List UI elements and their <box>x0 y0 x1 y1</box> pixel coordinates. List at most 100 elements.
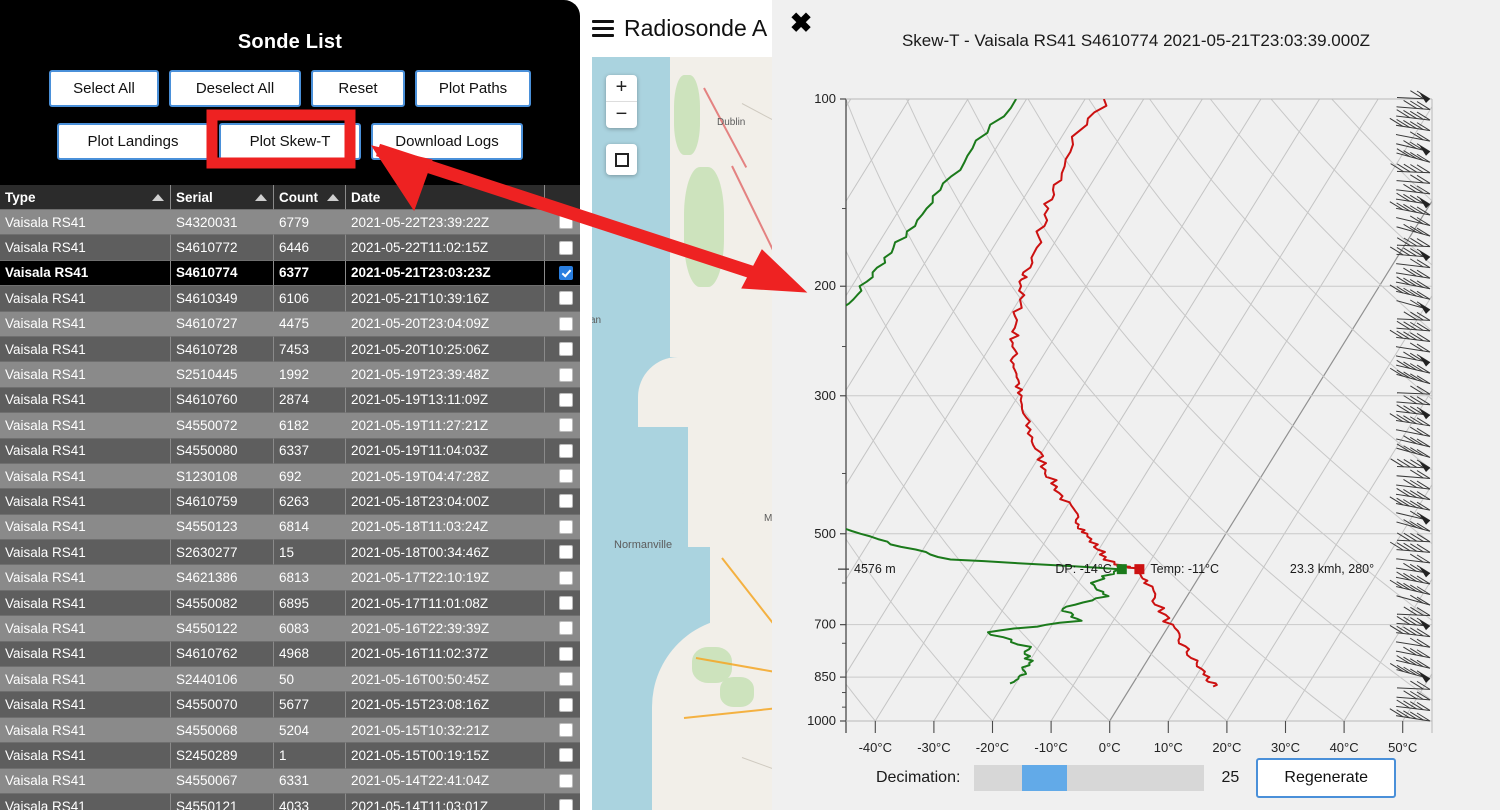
column-header-count[interactable]: Count <box>274 185 346 210</box>
sort-asc-icon[interactable] <box>152 194 164 201</box>
cell-select[interactable] <box>545 235 580 260</box>
cell-select[interactable] <box>545 210 580 235</box>
table-row[interactable]: Vaisala RS41S455012140332021-05-14T11:03… <box>0 794 580 810</box>
hamburger-icon[interactable] <box>592 20 614 37</box>
row-checkbox[interactable] <box>559 444 573 458</box>
map-zoom-control[interactable]: + − <box>606 75 637 128</box>
skewt-chart[interactable]: 1002003005007008501000-40°C-30°C-20°C-10… <box>772 66 1500 756</box>
table-row[interactable]: Vaisala RS41S461076028742021-05-19T13:11… <box>0 388 580 413</box>
row-checkbox[interactable] <box>559 545 573 559</box>
row-checkbox[interactable] <box>559 698 573 712</box>
row-checkbox[interactable] <box>559 266 573 280</box>
cell-select[interactable] <box>545 769 580 794</box>
table-row[interactable]: Vaisala RS41S455006852042021-05-15T10:32… <box>0 718 580 743</box>
table-row[interactable]: Vaisala RS41S461076249682021-05-16T11:02… <box>0 642 580 667</box>
map-canvas[interactable]: Dublin Normanville Myp an + − <box>592 57 780 810</box>
cell-select[interactable] <box>545 591 580 616</box>
row-checkbox[interactable] <box>559 621 573 635</box>
row-checkbox[interactable] <box>559 215 573 229</box>
sort-asc-icon[interactable] <box>327 194 339 201</box>
table-row[interactable]: Vaisala RS41S455006763312021-05-14T22:41… <box>0 769 580 794</box>
regenerate-button[interactable]: Regenerate <box>1256 758 1396 798</box>
row-checkbox[interactable] <box>559 571 573 585</box>
row-checkbox[interactable] <box>559 799 573 810</box>
sort-asc-icon[interactable] <box>255 194 267 201</box>
cell-serial: S1230108 <box>171 464 274 489</box>
row-checkbox[interactable] <box>559 520 573 534</box>
table-row[interactable]: Vaisala RS41S461034961062021-05-21T10:39… <box>0 286 580 311</box>
decimation-slider-thumb[interactable] <box>1022 765 1067 791</box>
cell-select[interactable] <box>545 388 580 413</box>
cell-select[interactable] <box>545 565 580 590</box>
cell-select[interactable] <box>545 362 580 387</box>
table-row[interactable]: Vaisala RS41S2630277152021-05-18T00:34:4… <box>0 540 580 565</box>
cell-select[interactable] <box>545 439 580 464</box>
table-row[interactable]: Vaisala RS41S455012260832021-05-16T22:39… <box>0 616 580 641</box>
cell-select[interactable] <box>545 794 580 810</box>
table-row[interactable]: Vaisala RS41S245028912021-05-15T00:19:15… <box>0 743 580 768</box>
cell-select[interactable] <box>545 464 580 489</box>
cell-select[interactable] <box>545 692 580 717</box>
row-checkbox[interactable] <box>559 774 573 788</box>
plot-paths-button[interactable]: Plot Paths <box>415 70 531 107</box>
table-row[interactable]: Vaisala RS41S455007056772021-05-15T23:08… <box>0 692 580 717</box>
column-header-type[interactable]: Type <box>0 185 171 210</box>
plot-landings-button[interactable]: Plot Landings <box>57 123 209 160</box>
row-checkbox[interactable] <box>559 418 573 432</box>
cell-select[interactable] <box>545 667 580 692</box>
row-checkbox[interactable] <box>559 596 573 610</box>
row-checkbox[interactable] <box>559 748 573 762</box>
deselect-all-button[interactable]: Deselect All <box>169 70 301 107</box>
select-all-button[interactable]: Select All <box>49 70 159 107</box>
cell-select[interactable] <box>545 286 580 311</box>
table-row[interactable]: Vaisala RS41S12301086922021-05-19T04:47:… <box>0 464 580 489</box>
reset-button[interactable]: Reset <box>311 70 405 107</box>
row-checkbox[interactable] <box>559 723 573 737</box>
table-row[interactable]: Vaisala RS41S461077264462021-05-22T11:02… <box>0 235 580 260</box>
plot-skewt-button[interactable]: Plot Skew-T <box>219 123 361 160</box>
cell-select[interactable] <box>545 718 580 743</box>
table-row[interactable]: Vaisala RS41S461072874532021-05-20T10:25… <box>0 337 580 362</box>
cell-select[interactable] <box>545 337 580 362</box>
cell-select[interactable] <box>545 743 580 768</box>
sort-asc-icon[interactable] <box>526 194 538 201</box>
column-header-date[interactable]: Date <box>346 185 545 210</box>
row-checkbox[interactable] <box>559 342 573 356</box>
row-checkbox[interactable] <box>559 494 573 508</box>
row-checkbox[interactable] <box>559 317 573 331</box>
table-row[interactable]: Vaisala RS41S2440106502021-05-16T00:50:4… <box>0 667 580 692</box>
cell-select[interactable] <box>545 515 580 540</box>
zoom-in-button[interactable]: + <box>606 75 637 102</box>
row-checkbox[interactable] <box>559 647 573 661</box>
cell-select[interactable] <box>545 489 580 514</box>
table-row[interactable]: Vaisala RS41S461075962632021-05-18T23:04… <box>0 489 580 514</box>
column-header-serial[interactable]: Serial <box>171 185 274 210</box>
row-checkbox[interactable] <box>559 241 573 255</box>
zoom-out-button[interactable]: − <box>606 102 637 128</box>
table-row[interactable]: Vaisala RS41S251044519922021-05-19T23:39… <box>0 362 580 387</box>
table-row[interactable]: Vaisala RS41S432003167792021-05-22T23:39… <box>0 210 580 235</box>
cell-select[interactable] <box>545 616 580 641</box>
row-checkbox[interactable] <box>559 469 573 483</box>
row-checkbox[interactable] <box>559 291 573 305</box>
table-row[interactable]: Vaisala RS41S461072744752021-05-20T23:04… <box>0 312 580 337</box>
cell-select[interactable] <box>545 413 580 438</box>
fullscreen-button[interactable] <box>606 144 637 175</box>
table-row[interactable]: Vaisala RS41S461077463772021-05-21T23:03… <box>0 261 580 286</box>
download-logs-button[interactable]: Download Logs <box>371 123 523 160</box>
cell-select[interactable] <box>545 540 580 565</box>
cell-type: Vaisala RS41 <box>0 769 171 794</box>
cell-select[interactable] <box>545 261 580 286</box>
close-icon[interactable]: ✖ <box>786 8 816 38</box>
row-checkbox[interactable] <box>559 368 573 382</box>
cell-select[interactable] <box>545 642 580 667</box>
row-checkbox[interactable] <box>559 672 573 686</box>
cell-select[interactable] <box>545 312 580 337</box>
table-row[interactable]: Vaisala RS41S455012368142021-05-18T11:03… <box>0 515 580 540</box>
table-row[interactable]: Vaisala RS41S462138668132021-05-17T22:10… <box>0 565 580 590</box>
decimation-slider[interactable] <box>974 765 1204 791</box>
table-row[interactable]: Vaisala RS41S455007261822021-05-19T11:27… <box>0 413 580 438</box>
table-row[interactable]: Vaisala RS41S455008063372021-05-19T11:04… <box>0 439 580 464</box>
table-row[interactable]: Vaisala RS41S455008268952021-05-17T11:01… <box>0 591 580 616</box>
row-checkbox[interactable] <box>559 393 573 407</box>
